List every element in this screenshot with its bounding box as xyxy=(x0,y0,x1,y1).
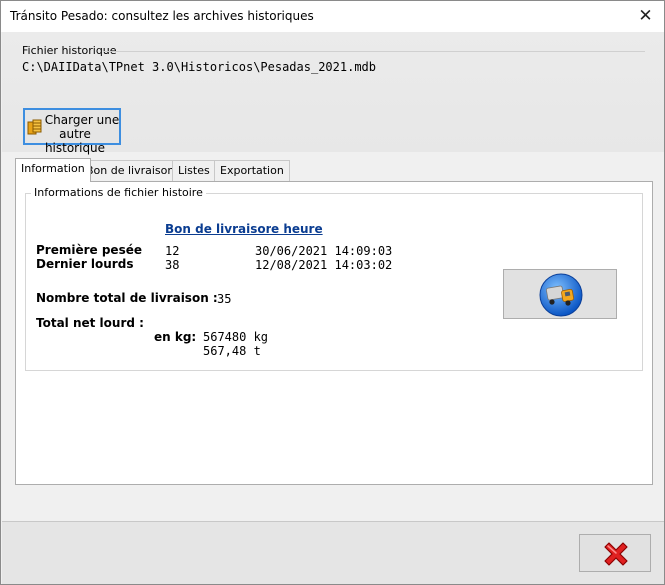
kg-label: en kg: xyxy=(154,330,197,344)
history-file-path: C:\DAIIData\TPnet 3.0\Historicos\Pesadas… xyxy=(22,60,377,74)
last-weighing-label: Dernier lourds xyxy=(36,257,134,271)
tab-information[interactable]: Information xyxy=(15,158,91,182)
close-window-icon[interactable]: ✕ xyxy=(627,1,664,31)
total-deliveries-label: Nombre total de livraison : xyxy=(36,291,218,305)
truck-button[interactable] xyxy=(503,269,617,319)
bottom-bar xyxy=(2,522,664,584)
total-net-tonnes: 567,48 t xyxy=(203,344,261,358)
first-weighing-datetime: 30/06/2021 14:09:03 xyxy=(255,244,393,258)
file-info-group: Informations de fichier histoire Bon de … xyxy=(25,186,643,371)
first-weighing-number: 12 xyxy=(165,244,180,258)
load-other-history-button[interactable]: Charger une autre historique xyxy=(23,108,121,155)
load-button-label: Charger une autre historique xyxy=(29,113,121,155)
first-weighing-label: Première pesée xyxy=(36,243,142,257)
exit-button[interactable] xyxy=(579,534,651,572)
total-net-kg: 567480 kg xyxy=(203,330,269,344)
delivery-note-link[interactable]: Bon de livraison xyxy=(165,222,271,236)
information-panel: Informations de fichier histoire Bon de … xyxy=(15,181,653,485)
truck-icon xyxy=(538,272,584,321)
file-info-legend: Informations de fichier histoire xyxy=(31,186,206,199)
total-deliveries-value: 35 xyxy=(217,292,232,306)
load-button-line1: Charger une xyxy=(44,113,120,127)
last-weighing-datetime: 12/08/2021 14:03:02 xyxy=(255,258,393,272)
window-title: Tránsito Pesado: consultez les archives … xyxy=(10,9,314,23)
history-dialog: Tránsito Pesado: consultez les archives … xyxy=(0,0,665,585)
red-x-icon xyxy=(600,538,632,573)
load-button-line2: autre historique xyxy=(44,127,106,155)
title-bar: Tránsito Pesado: consultez les archives … xyxy=(1,1,664,32)
date-time-link[interactable]: e heure xyxy=(271,222,323,236)
history-file-divider xyxy=(103,51,645,52)
tab-lists[interactable]: Listes xyxy=(172,160,216,181)
tab-control: Information Bon de livraisons Listes Exp… xyxy=(15,158,653,485)
tab-delivery-notes[interactable]: Bon de livraisons xyxy=(80,160,187,181)
tab-export[interactable]: Exportation xyxy=(214,160,290,181)
total-net-weight-label: Total net lourd : xyxy=(36,316,144,330)
last-weighing-number: 38 xyxy=(165,258,180,272)
